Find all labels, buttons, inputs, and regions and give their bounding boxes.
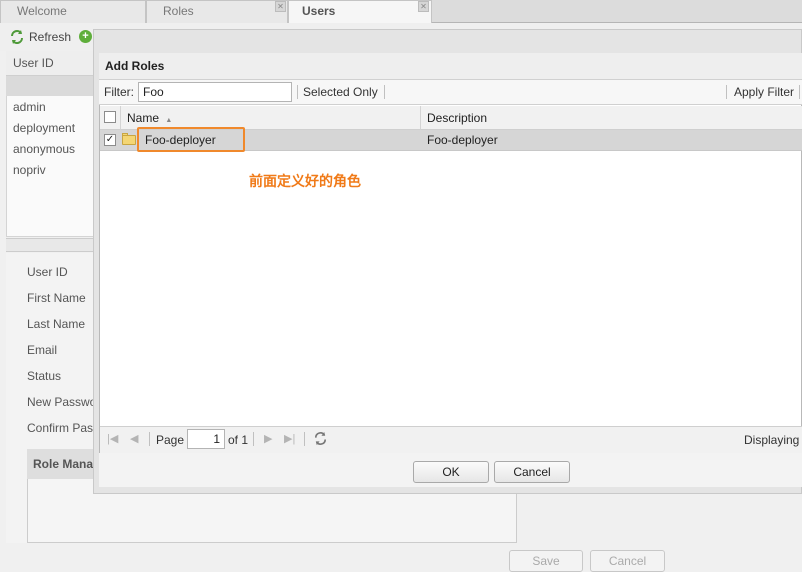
column-header-user-id[interactable]: User ID <box>6 51 100 76</box>
cancel-button[interactable]: Cancel <box>494 461 570 483</box>
role-panel-title: Role Mana <box>27 449 97 479</box>
form-label: Confirm Pass <box>27 421 100 435</box>
displaying-label: Displaying <box>744 433 800 447</box>
tab-label: Welcome <box>17 4 67 18</box>
tab-users[interactable]: Users <box>288 0 432 23</box>
column-label: Description <box>427 111 488 125</box>
toolbar-separator <box>253 432 254 446</box>
toolbar-separator <box>304 432 305 446</box>
selected-only-toggle[interactable]: Selected Only <box>303 85 378 99</box>
dialog-title: Add Roles <box>99 53 802 80</box>
refresh-icon[interactable] <box>313 431 328 446</box>
form-label: Email <box>27 343 58 357</box>
tab-welcome[interactable]: Welcome <box>0 0 146 23</box>
user-row[interactable]: deployment <box>13 121 75 135</box>
form-label: Status <box>27 369 62 383</box>
column-header-description[interactable]: Description <box>421 106 802 130</box>
form-label: User ID <box>27 265 68 279</box>
tab-roles[interactable]: Roles <box>146 0 288 23</box>
folder-icon <box>122 135 136 145</box>
first-page-icon[interactable]: |◀ <box>107 432 118 445</box>
toolbar-separator <box>799 85 800 99</box>
users-grid-subheader <box>6 76 100 96</box>
form-label: First Name <box>27 291 86 305</box>
next-page-icon[interactable]: ▶ <box>264 432 272 445</box>
add-icon[interactable]: + <box>79 30 92 43</box>
refresh-icon[interactable] <box>9 29 25 45</box>
highlight-box <box>137 127 245 152</box>
page-label: Page <box>156 433 185 447</box>
role-description-cell: Foo-deployer <box>427 133 498 147</box>
tab-label: Users <box>302 4 336 18</box>
filter-label: Filter: <box>104 85 134 99</box>
refresh-button[interactable]: Refresh <box>29 30 71 44</box>
apply-filter-button[interactable]: Apply Filter <box>734 85 794 99</box>
page-number-input[interactable]: 1 <box>187 429 225 449</box>
sort-ascending-icon: ▲ <box>165 117 173 124</box>
column-label: Name <box>127 111 160 125</box>
form-label: New Passwo <box>27 395 97 409</box>
toolbar-separator <box>149 432 150 446</box>
user-row[interactable]: nopriv <box>13 163 46 177</box>
select-all-checkbox[interactable] <box>104 111 116 123</box>
page-count-label: of 1 <box>228 433 249 447</box>
toolbar-separator <box>726 85 727 99</box>
close-icon[interactable]: ✕ <box>418 1 429 12</box>
cancel-button[interactable]: Cancel <box>590 550 665 572</box>
filter-input[interactable] <box>138 82 292 102</box>
prev-page-icon[interactable]: ◀ <box>130 432 138 445</box>
user-row[interactable]: anonymous <box>13 142 75 156</box>
toolbar-separator <box>297 85 298 99</box>
save-button[interactable]: Save <box>509 550 583 572</box>
user-row[interactable]: admin <box>13 100 46 114</box>
toolbar-separator <box>384 85 385 99</box>
tab-label: Roles <box>163 4 194 18</box>
last-page-icon[interactable]: ▶| <box>284 432 295 445</box>
panel-splitter[interactable] <box>6 238 100 252</box>
ok-button[interactable]: OK <box>413 461 489 483</box>
annotation-text: 前面定义好的角色 <box>249 173 361 189</box>
row-checkbox[interactable]: ✓ <box>104 134 116 146</box>
close-icon[interactable]: ✕ <box>275 1 286 12</box>
form-label: Last Name <box>27 317 86 331</box>
